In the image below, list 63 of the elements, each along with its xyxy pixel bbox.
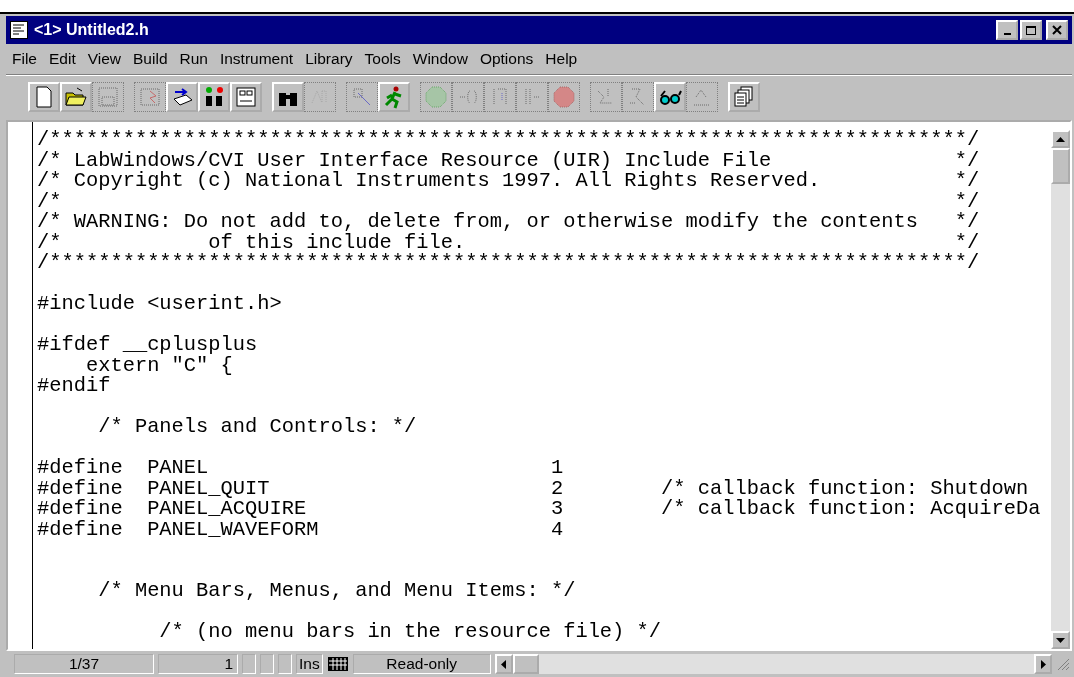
- code-line: #define PANEL_WAVEFORM 4: [37, 519, 565, 540]
- code-line: /* (no menu bars in the resource file) */: [158, 622, 663, 643]
- open-folder-icon: [64, 85, 88, 109]
- read-only-status: Read-only: [352, 654, 491, 674]
- scroll-thumb[interactable]: [1051, 148, 1070, 184]
- code-line: #define PANEL_ACQUIRE 3 /* callback function: AcquireDa: [37, 499, 1042, 520]
- menu-item[interactable]: Run: [173, 50, 214, 68]
- stop-sign-icon: [552, 85, 576, 109]
- window-title: <1> Untitled2.h: [34, 21, 149, 39]
- line-position: 1/37: [14, 654, 154, 674]
- code-line: /* Copyright (c) National Instruments 1997. All Rights Reserved. */: [37, 171, 981, 192]
- code-line: extern "C" {: [85, 355, 233, 376]
- octagon-icon: [424, 85, 448, 109]
- code-line: /* of this include file. */: [37, 232, 981, 253]
- menu-item[interactable]: Instrument: [213, 50, 300, 68]
- status-field: [242, 654, 256, 674]
- maximize-button[interactable]: [1020, 20, 1042, 40]
- status-field: [260, 654, 274, 674]
- windows-icon: [732, 85, 756, 109]
- minimize-icon: [1003, 33, 1011, 35]
- maximize-icon: [1025, 25, 1037, 35]
- code-line: #define PANEL_QUIT 2 /* callback function: Shutdown: [37, 478, 1029, 499]
- menu-item[interactable]: Edit: [43, 50, 82, 68]
- menu-item[interactable]: Help: [539, 50, 584, 68]
- close-button[interactable]: [1046, 20, 1068, 40]
- code-line: /***************************************************************************/: [37, 130, 981, 151]
- menu-item[interactable]: Options: [473, 50, 540, 68]
- minimize-button[interactable]: [996, 20, 1018, 40]
- arrow-into-box-button[interactable]: [166, 82, 198, 112]
- menu-item[interactable]: Library: [299, 50, 359, 68]
- scroll-thumb[interactable]: [512, 654, 539, 674]
- panel-button[interactable]: [230, 82, 262, 112]
- close-icon: [1052, 25, 1062, 35]
- windows-button[interactable]: [728, 82, 760, 112]
- menu-item[interactable]: Tools: [358, 50, 407, 68]
- vertical-scrollbar[interactable]: [1051, 130, 1070, 649]
- menu-item[interactable]: File: [6, 50, 43, 68]
- document-icon: [10, 21, 28, 39]
- open-folder-button[interactable]: [60, 82, 92, 112]
- menu-item[interactable]: View: [81, 50, 128, 68]
- code-line: #endif: [37, 376, 112, 397]
- running-man-button[interactable]: [378, 82, 410, 112]
- status-field: [278, 654, 292, 674]
- menu-item[interactable]: Build: [127, 50, 174, 68]
- code-line: /* Panels and Controls: */: [97, 417, 418, 438]
- code-line: #ifdef __cplusplus: [37, 335, 259, 356]
- resize-grip-icon[interactable]: [1056, 657, 1070, 671]
- keyboard-icon: [326, 655, 349, 673]
- horizontal-scrollbar[interactable]: [494, 654, 1052, 674]
- panel-icon: [234, 85, 258, 109]
- code-line: /* Menu Bars, Menus, and Menu Items: */: [97, 581, 577, 602]
- insert-mode: Ins: [296, 654, 323, 674]
- menu-item[interactable]: Window: [406, 50, 474, 68]
- code-line: /***************************************************************************/: [37, 253, 981, 274]
- code-line: /* */: [37, 191, 981, 212]
- code-line: #define PANEL 1: [37, 458, 565, 479]
- code-line: #include <userint.h>: [37, 294, 283, 315]
- column-number: 1: [158, 654, 238, 674]
- glasses-button[interactable]: [654, 82, 686, 112]
- code-line: /* WARNING: Do not add to, delete from, or otherwise modify the contents */: [37, 212, 981, 233]
- new-file-button[interactable]: [28, 82, 60, 112]
- code-editor[interactable]: [6, 120, 1072, 651]
- code-line: /* LabWindows/CVI User Interface Resource (UIR) Include File */: [37, 150, 981, 171]
